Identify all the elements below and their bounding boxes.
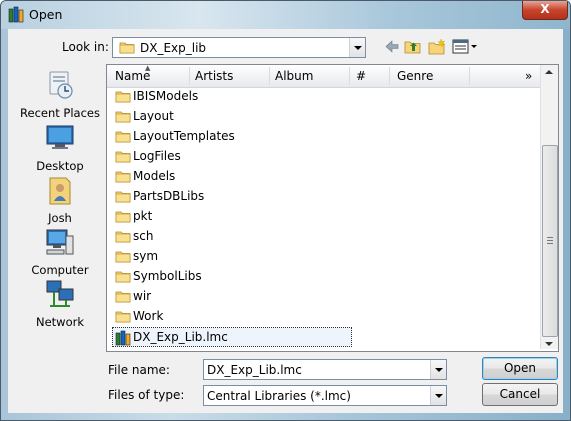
title-bar: Open X — [1, 1, 570, 29]
look-in-value: DX_Exp_lib — [140, 41, 207, 55]
file-name-input[interactable]: DX_Exp_Lib.lmc — [203, 359, 447, 380]
place-josh[interactable]: Josh — [14, 174, 106, 225]
list-item[interactable]: sch — [113, 227, 353, 245]
column-artists[interactable]: Artists — [195, 69, 233, 83]
list-item[interactable]: LayoutTemplates — [113, 127, 353, 145]
recent-places-icon — [49, 71, 73, 99]
chevron-down-icon[interactable] — [430, 386, 446, 405]
list-item-name: IBISModels — [133, 89, 199, 103]
list-item[interactable]: Models — [113, 167, 353, 185]
list-item-name: sym — [133, 249, 159, 263]
scroll-down-icon[interactable] — [545, 342, 553, 346]
places-bar: Recent Places Desktop Josh Computer Netw… — [14, 65, 106, 351]
list-item-name: Layout — [133, 109, 174, 123]
back-arrow-icon[interactable] — [384, 38, 400, 55]
list-item-name: sch — [133, 229, 154, 243]
list-item-name: Work — [133, 309, 164, 323]
file-name-value: DX_Exp_Lib.lmc — [207, 363, 302, 377]
place-desktop[interactable]: Desktop — [14, 122, 106, 173]
list-item[interactable]: Layout — [113, 107, 353, 125]
folder-icon — [115, 311, 131, 323]
folder-icon — [115, 211, 131, 223]
computer-icon — [46, 229, 74, 255]
folder-icon — [115, 191, 131, 203]
folder-icon — [115, 291, 131, 303]
list-item[interactable]: PartsDBLibs — [113, 187, 353, 205]
file-name-label: File name: — [108, 363, 170, 377]
up-folder-icon[interactable] — [404, 38, 422, 55]
column-genre[interactable]: Genre — [397, 69, 433, 83]
list-item[interactable]: SymbolLibs — [113, 267, 353, 285]
open-dialog: Open X Look in: DX_Exp_lib Recent Places… — [0, 0, 571, 421]
folder-icon — [115, 231, 131, 243]
network-icon — [46, 280, 74, 307]
list-item[interactable]: LogFiles — [113, 147, 353, 165]
list-item-name: pkt — [133, 209, 153, 223]
column-header-bar: ▲ Name Artists Album # Genre » — [107, 65, 540, 88]
file-type-label: Files of type: — [108, 388, 185, 402]
look-in-dropdown[interactable]: DX_Exp_lib — [112, 37, 366, 58]
list-item[interactable]: IBISModels — [113, 87, 353, 105]
place-label: Computer — [31, 263, 89, 277]
file-list: ▲ Name Artists Album # Genre » IBISModel… — [106, 64, 559, 352]
place-label: Network — [35, 315, 85, 329]
list-item[interactable]: Work — [113, 307, 353, 325]
desktop-icon — [46, 125, 74, 149]
more-columns-icon[interactable]: » — [525, 69, 532, 83]
list-item[interactable]: pkt — [113, 207, 353, 225]
list-item[interactable]: DX_Exp_Lib.lmc — [112, 327, 352, 347]
dialog-body: Look in: DX_Exp_lib Recent Places Deskto… — [8, 29, 563, 413]
chevron-down-icon[interactable] — [349, 38, 365, 57]
list-item-name: PartsDBLibs — [133, 189, 205, 203]
cancel-button[interactable]: Cancel — [482, 383, 558, 406]
app-icon — [8, 6, 24, 23]
list-item[interactable]: wir — [113, 287, 353, 305]
user-folder-icon — [49, 177, 71, 205]
open-button[interactable]: Open — [482, 357, 558, 380]
folder-icon — [119, 42, 135, 54]
new-folder-icon[interactable] — [428, 38, 446, 55]
window-title: Open — [29, 7, 63, 22]
place-label: Desktop — [36, 159, 84, 173]
list-item-name: wir — [133, 289, 152, 303]
folder-icon — [115, 91, 131, 103]
place-label: Josh — [48, 211, 72, 225]
list-item-name: LayoutTemplates — [133, 129, 235, 143]
list-item-name: Models — [133, 169, 176, 183]
folder-icon — [115, 111, 131, 123]
file-type-dropdown[interactable]: Central Libraries (*.lmc) — [203, 385, 447, 406]
place-label: Recent Places — [20, 106, 100, 120]
folder-icon — [115, 151, 131, 163]
chevron-down-icon[interactable] — [430, 360, 446, 379]
place-network[interactable]: Network — [14, 278, 106, 329]
look-in-label: Look in: — [62, 40, 109, 54]
view-menu-icon[interactable] — [452, 38, 478, 55]
folder-icon — [115, 171, 131, 183]
list-item-name: SymbolLibs — [133, 269, 202, 283]
place-computer[interactable]: Computer — [14, 226, 106, 277]
place-recent-places[interactable]: Recent Places — [14, 69, 106, 120]
file-type-value: Central Libraries (*.lmc) — [207, 389, 351, 403]
library-file-icon — [115, 330, 131, 346]
folder-icon — [115, 251, 131, 263]
list-item-name: DX_Exp_Lib.lmc — [133, 330, 228, 344]
close-button[interactable]: X — [522, 1, 568, 20]
list-item-name: LogFiles — [133, 149, 181, 163]
list-item[interactable]: sym — [113, 247, 353, 265]
column-name[interactable]: Name — [115, 69, 150, 83]
scroll-thumb[interactable] — [542, 145, 558, 337]
scroll-up-icon[interactable] — [545, 70, 553, 74]
column-number[interactable]: # — [356, 69, 366, 83]
column-album[interactable]: Album — [275, 69, 313, 83]
vertical-scrollbar[interactable] — [540, 65, 558, 349]
folder-icon — [115, 271, 131, 283]
folder-icon — [115, 131, 131, 143]
